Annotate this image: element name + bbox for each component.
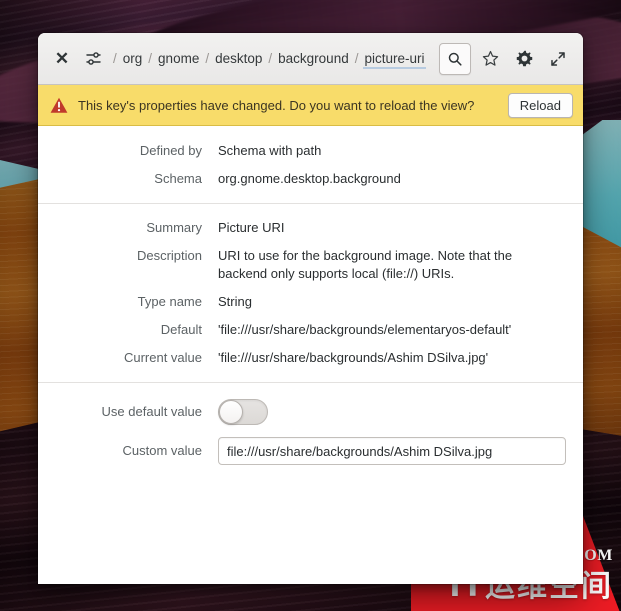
property-label-type-name: Type name: [137, 294, 202, 309]
custom-value-input[interactable]: [218, 437, 566, 465]
separator-1: [38, 203, 583, 204]
key-properties-panel: Defined by Schema with path Schema org.g…: [38, 126, 583, 584]
sliders-icon[interactable]: [80, 44, 106, 74]
breadcrumb-item-org[interactable]: org: [122, 49, 144, 68]
property-label-defined-by: Defined by: [139, 143, 202, 158]
search-icon[interactable]: [439, 42, 471, 75]
property-label-summary: Summary: [146, 220, 202, 235]
property-value-summary: Picture URI: [218, 220, 285, 235]
property-value-description: URI to use for the background image. Not…: [218, 248, 513, 281]
breadcrumb-item-desktop[interactable]: desktop: [214, 49, 263, 68]
header-actions: [439, 42, 573, 75]
property-label-default: Default: [160, 322, 202, 337]
breadcrumb: / org / gnome / desktop / background / p…: [108, 49, 431, 69]
reload-button[interactable]: Reload: [507, 92, 573, 118]
use-default-value-toggle[interactable]: [218, 399, 268, 425]
warning-triangle-icon: [50, 97, 68, 113]
property-label-schema: Schema: [154, 171, 202, 186]
property-row-use-default-value: Use default value: [38, 393, 583, 431]
close-icon[interactable]: ✕: [50, 44, 74, 74]
separator-2: [38, 382, 583, 383]
property-row-defined-by: Defined by Schema with path: [38, 137, 583, 165]
property-row-summary: Summary Picture URI: [38, 214, 583, 242]
breadcrumb-separator-4: /: [354, 51, 359, 66]
custom-value-cell: [218, 437, 567, 465]
use-default-value-cell: [218, 399, 567, 425]
breadcrumb-separator-3: /: [268, 51, 273, 66]
star-icon[interactable]: [475, 44, 505, 74]
breadcrumb-separator-0: /: [113, 51, 117, 66]
property-row-type-name: Type name String: [38, 288, 583, 316]
expand-icon[interactable]: [543, 44, 573, 74]
property-group-definition: Defined by Schema with path Schema org.g…: [38, 137, 583, 193]
property-row-default: Default 'file:///usr/share/backgrounds/e…: [38, 316, 583, 344]
breadcrumb-item-background[interactable]: background: [277, 49, 350, 68]
breadcrumb-separator-2: /: [205, 51, 210, 66]
property-value-type-name: String: [218, 294, 252, 309]
gear-icon[interactable]: [509, 44, 539, 74]
property-label-description: Description: [136, 248, 202, 263]
property-group-editor: Use default value Custom value: [38, 393, 583, 471]
dconf-editor-window: ✕ / org / gnome / desktop / background /…: [38, 33, 583, 584]
property-group-details: Summary Picture URI Description URI to u…: [38, 214, 583, 372]
property-value-current-value: 'file:///usr/share/backgrounds/Ashim DSi…: [218, 350, 489, 365]
toggle-knob: [219, 400, 243, 424]
property-label-current-value: Current value: [123, 350, 202, 365]
header-bar: ✕ / org / gnome / desktop / background /…: [38, 33, 583, 85]
breadcrumb-separator-1: /: [148, 51, 153, 66]
property-label-custom-value: Custom value: [122, 443, 202, 458]
property-row-description: Description URI to use for the backgroun…: [38, 242, 583, 288]
property-label-use-default-value: Use default value: [101, 404, 202, 419]
property-value-default: 'file:///usr/share/backgrounds/elementar…: [218, 322, 512, 337]
property-value-defined-by: Schema with path: [218, 143, 322, 158]
property-row-custom-value: Custom value: [38, 431, 583, 471]
info-bar: This key's properties have changed. Do y…: [38, 85, 583, 126]
property-row-current-value: Current value 'file:///usr/share/backgro…: [38, 344, 583, 372]
breadcrumb-item-picture-uri[interactable]: picture-uri: [363, 49, 426, 69]
breadcrumb-item-gnome[interactable]: gnome: [157, 49, 200, 68]
info-bar-message: This key's properties have changed. Do y…: [78, 97, 475, 113]
property-value-schema: org.gnome.desktop.background: [218, 171, 401, 186]
property-row-schema: Schema org.gnome.desktop.background: [38, 165, 583, 193]
